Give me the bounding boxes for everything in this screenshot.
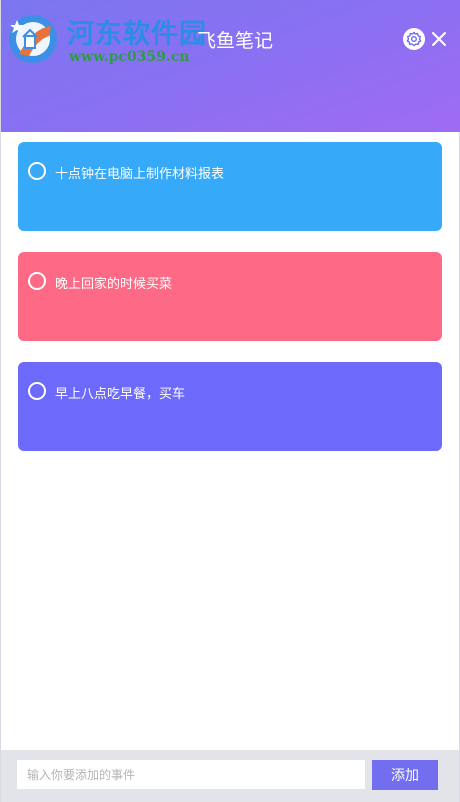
app-title: 飞鱼笔记 <box>197 30 274 52</box>
task-text: 早上八点吃早餐，买车 <box>55 387 186 402</box>
task-card[interactable]: 十点钟在电脑上制作材料报表 <box>18 142 442 231</box>
watermark-logo-icon <box>9 15 57 63</box>
task-checkbox[interactable] <box>28 272 46 290</box>
add-button[interactable]: 添加 <box>372 760 438 790</box>
watermark-title: 河东软件园 <box>67 19 207 50</box>
task-checkbox[interactable] <box>28 162 46 180</box>
task-card[interactable]: 晚上回家的时候买菜 <box>18 252 442 341</box>
footer-bar: 添加 <box>1 750 459 802</box>
close-icon <box>432 32 446 46</box>
close-button[interactable] <box>430 30 448 48</box>
task-checkbox[interactable] <box>28 382 46 400</box>
event-input[interactable] <box>17 760 365 789</box>
task-list: 十点钟在电脑上制作材料报表 晚上回家的时候买菜 早上八点吃早餐，买车 <box>18 142 442 472</box>
task-card[interactable]: 早上八点吃早餐，买车 <box>18 362 442 451</box>
settings-button[interactable] <box>403 28 425 50</box>
watermark-url: www.pc0359.cn <box>69 49 190 65</box>
task-text: 晚上回家的时候买菜 <box>55 277 173 292</box>
gear-icon <box>406 31 422 47</box>
task-text: 十点钟在电脑上制作材料报表 <box>55 167 225 182</box>
header: 河东软件园 www.pc0359.cn 飞鱼笔记 <box>1 0 460 132</box>
app-window: 河东软件园 www.pc0359.cn 飞鱼笔记 十点钟在电脑上制作材料报表 晚… <box>0 0 460 802</box>
